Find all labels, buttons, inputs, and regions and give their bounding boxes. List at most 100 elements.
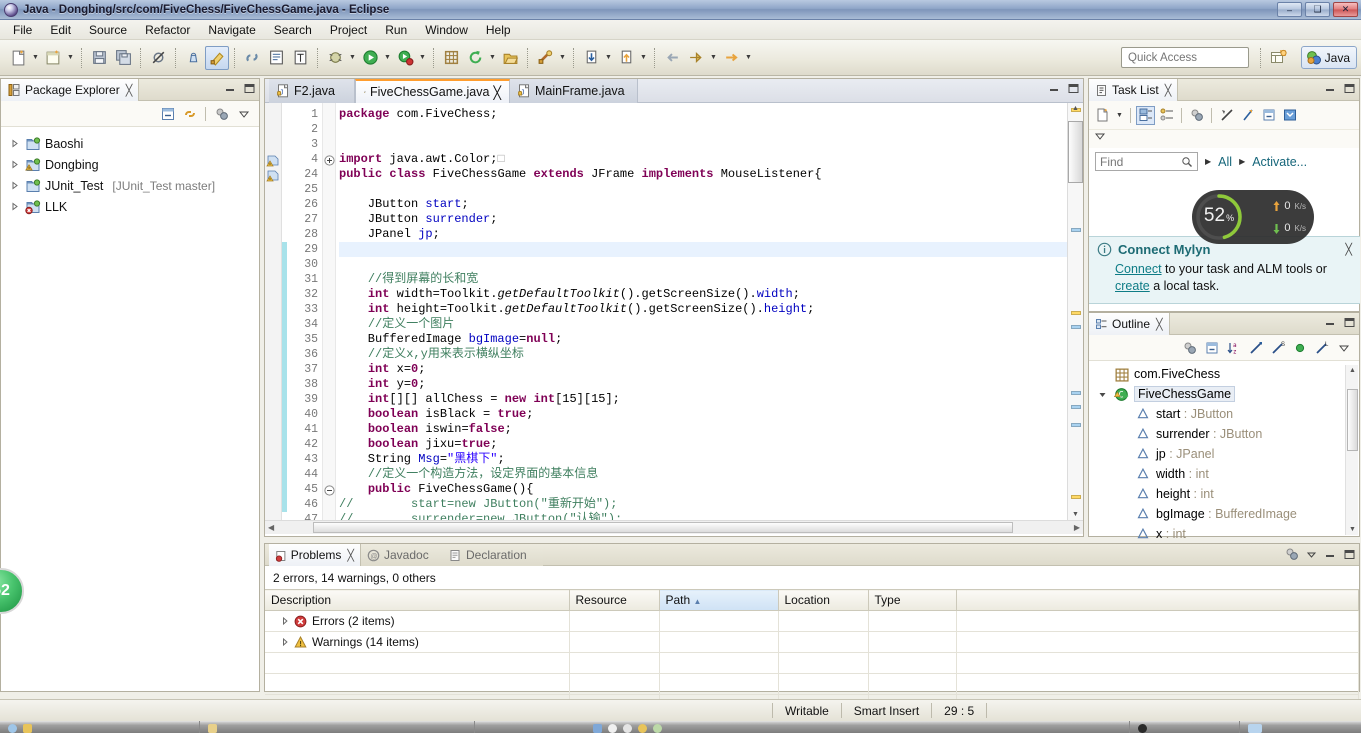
sidebar-item-llk[interactable]: LLK: [7, 196, 259, 217]
editor-horizontal-scrollbar[interactable]: ◀ ▶: [265, 520, 1083, 534]
maximize-icon[interactable]: [1343, 316, 1356, 329]
code-line[interactable]: int width=Toolkit.getDefaultToolkit().ge…: [339, 287, 1083, 302]
chevron-down-icon[interactable]: ▼: [347, 46, 358, 70]
code-line[interactable]: // surrender=new JButton("认输");: [339, 512, 1083, 520]
scrollbar-thumb[interactable]: [1347, 389, 1358, 451]
new-wizard-icon[interactable]: [6, 46, 30, 70]
code-line[interactable]: package com.FiveChess;: [339, 107, 1083, 122]
code-line[interactable]: boolean iswin=false;: [339, 422, 1083, 437]
column-header-type[interactable]: Type: [868, 589, 957, 611]
menu-search[interactable]: Search: [265, 21, 321, 39]
perspective-java-button[interactable]: Java: [1300, 46, 1357, 69]
scheduled-presentation-icon[interactable]: [1157, 106, 1176, 125]
start-button-icon[interactable]: [8, 724, 17, 733]
overview-marker[interactable]: [1071, 325, 1081, 329]
open-resource-icon[interactable]: [498, 46, 522, 70]
taskbar-folder-icon[interactable]: [208, 724, 217, 733]
column-header-resource[interactable]: Resource: [569, 589, 660, 611]
menu-refactor[interactable]: Refactor: [136, 21, 199, 39]
outline-item-com-FiveChess[interactable]: com.FiveChess: [1095, 364, 1359, 384]
code-editor[interactable]: 1 2 3 4 24 25 26 27 28 29 30 31 32 33 34 35 36 37 38 39 40 41…: [265, 103, 1083, 520]
new-java-package-icon[interactable]: [439, 46, 463, 70]
open-task-icon[interactable]: [288, 46, 312, 70]
restore-tasks-icon[interactable]: [1280, 106, 1299, 125]
menu-run[interactable]: Run: [376, 21, 416, 39]
expand-arrow-icon[interactable]: [7, 160, 21, 169]
sort-icon[interactable]: a z: [1224, 338, 1243, 357]
code-line[interactable]: int x=0;: [339, 362, 1083, 377]
debug-icon[interactable]: [323, 46, 347, 70]
view-menu-icon[interactable]: [1305, 548, 1318, 561]
taskbar-group-2[interactable]: [200, 721, 475, 733]
table-row[interactable]: Errors (2 items): [265, 610, 1359, 632]
editor-tab-fivechessgame-java[interactable]: J FiveChessGame.java ╳: [355, 79, 510, 103]
scrollbar-thumb[interactable]: [1068, 121, 1083, 183]
code-line[interactable]: String Msg="黑棋下";: [339, 452, 1083, 467]
chevron-down-icon[interactable]: ▼: [487, 46, 498, 70]
close-icon[interactable]: ╳: [493, 85, 501, 100]
network-monitor-widget[interactable]: 52% 0 K/s 0 K/s: [1192, 190, 1314, 244]
code-line[interactable]: //定义一个图片: [339, 317, 1083, 332]
taskbar-window-icon-3[interactable]: [623, 724, 632, 733]
scroll-up-arrow[interactable]: ▲: [1349, 367, 1356, 374]
scroll-left-arrow[interactable]: ◀: [268, 523, 274, 532]
outline-item-FiveChessGame[interactable]: C FiveChessGame: [1095, 384, 1359, 404]
minimize-icon[interactable]: [1324, 82, 1337, 95]
close-button[interactable]: ✕: [1333, 2, 1358, 17]
filter-all-link[interactable]: All: [1218, 155, 1232, 169]
tab-package-explorer[interactable]: Package Explorer ╳: [1, 79, 140, 101]
expand-arrow-icon[interactable]: [7, 139, 21, 148]
categorized-presentation-icon[interactable]: [1136, 105, 1155, 125]
chevron-down-icon[interactable]: ▼: [1114, 103, 1125, 127]
filter-activate-arrow[interactable]: ▶: [1239, 157, 1245, 166]
taskbar-window-icon-2[interactable]: [608, 724, 617, 733]
tab-problems[interactable]: Problems ╳: [269, 544, 361, 566]
code-line[interactable]: JButton start;: [339, 197, 1083, 212]
annotation-ruler[interactable]: [265, 103, 282, 520]
code-line[interactable]: public class FiveChessGame extends JFram…: [339, 167, 1083, 182]
close-icon[interactable]: ╳: [126, 84, 133, 97]
code-line[interactable]: JButton surrender;: [339, 212, 1083, 227]
code-line[interactable]: BufferedImage bgImage=null;: [339, 332, 1083, 347]
code-line[interactable]: //定义x,y用来表示横纵坐标: [339, 347, 1083, 362]
overview-marker[interactable]: [1071, 405, 1081, 409]
chevron-down-icon[interactable]: ▼: [417, 46, 428, 70]
table-row[interactable]: Warnings (14 items): [265, 631, 1359, 653]
menu-window[interactable]: Window: [416, 21, 477, 39]
maximize-button[interactable]: ❑: [1305, 2, 1330, 17]
scroll-down-arrow[interactable]: ▼: [1072, 511, 1079, 518]
collapse-arrow-icon[interactable]: [1095, 390, 1109, 399]
synchronize-changed-icon[interactable]: [1217, 106, 1236, 125]
code-line[interactable]: int y=0;: [339, 377, 1083, 392]
close-icon[interactable]: ╳: [1156, 318, 1163, 331]
close-icon[interactable]: ╳: [1165, 84, 1172, 97]
close-icon[interactable]: ╳: [1345, 243, 1352, 256]
save-all-icon[interactable]: [111, 46, 135, 70]
overview-marker[interactable]: [1071, 391, 1081, 395]
chevron-down-icon[interactable]: ▼: [65, 46, 76, 70]
overview-marker[interactable]: [1071, 495, 1081, 499]
collapse-all-icon[interactable]: [1259, 106, 1278, 125]
toggle-mark-occurrences-icon[interactable]: [181, 46, 205, 70]
filter-all-arrow[interactable]: ▶: [1205, 157, 1211, 166]
refresh-icon[interactable]: [463, 46, 487, 70]
open-type-icon[interactable]: [264, 46, 288, 70]
fold-collapse-icon[interactable]: [324, 485, 335, 496]
sidebar-item-dongbing[interactable]: Dongbing: [7, 154, 259, 175]
warning-marker-icon[interactable]: [266, 154, 280, 167]
hide-static-icon[interactable]: S: [1268, 338, 1287, 357]
chevron-down-icon[interactable]: ▼: [708, 46, 719, 70]
taskbar-pinned-icon[interactable]: [23, 724, 32, 733]
next-annotation-icon[interactable]: [579, 46, 603, 70]
back-icon[interactable]: [660, 46, 684, 70]
hide-local-types-icon[interactable]: L: [1312, 338, 1331, 357]
view-menu-icon[interactable]: [1334, 338, 1353, 357]
collapse-all-icon[interactable]: [158, 104, 177, 123]
warning-marker-icon[interactable]: [266, 169, 280, 182]
os-taskbar[interactable]: [0, 721, 1361, 733]
taskbar-group-3[interactable]: [475, 721, 1130, 733]
expand-arrow-icon[interactable]: [7, 181, 21, 190]
expand-arrow-icon[interactable]: [281, 635, 289, 649]
column-header-description[interactable]: Description: [265, 589, 570, 611]
row-description[interactable]: Errors (2 items): [265, 610, 570, 632]
